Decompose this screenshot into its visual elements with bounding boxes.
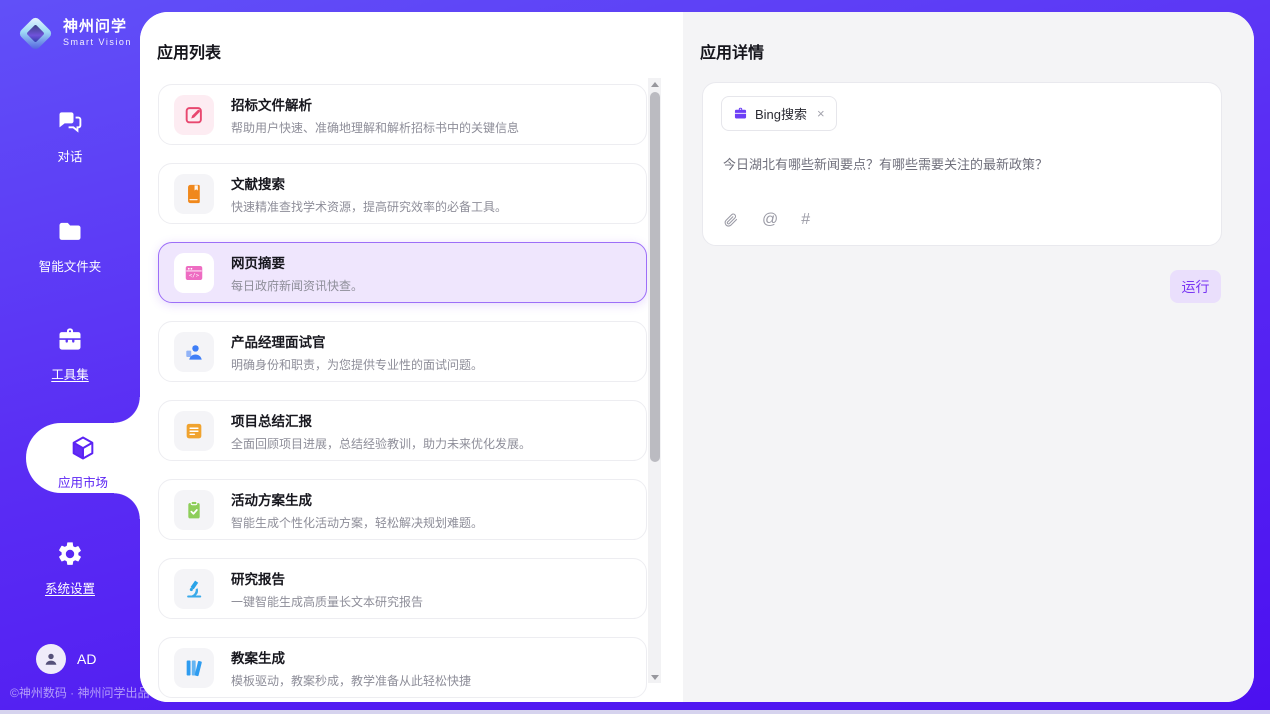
- app-card-desc: 明确身份和职责，为您提供专业性的面试问题。: [231, 356, 483, 373]
- svg-text:</>: </>: [189, 273, 200, 279]
- main-content: 应用列表 招标文件解析 帮助用户快速、准确地理解和解析招标书中的关键信息 文献搜…: [140, 12, 1254, 702]
- app-card-desc: 快速精准查找学术资源，提高研究效率的必备工具。: [231, 198, 507, 215]
- app-logo: 神州问学 Smart Vision: [16, 14, 132, 52]
- app-card[interactable]: </> 网页摘要 每日政府新闻资讯快查。: [158, 242, 647, 303]
- logo-title: 神州问学: [63, 18, 132, 35]
- sidebar-item-label: 应用市场: [26, 472, 140, 491]
- briefcase-icon: [733, 106, 748, 121]
- paperclip-icon[interactable]: [723, 212, 739, 228]
- app-card-desc: 全面回顾项目进展，总结经验教训，助力未来优化发展。: [231, 435, 531, 452]
- sidebar-item-chat[interactable]: 对话: [0, 108, 140, 165]
- sidebar-item-label: 对话: [0, 146, 140, 165]
- toolbox-icon: [56, 326, 84, 354]
- chat-icon: [56, 108, 84, 136]
- app-card-name: 网页摘要: [231, 252, 363, 272]
- app-card[interactable]: 招标文件解析 帮助用户快速、准确地理解和解析招标书中的关键信息: [158, 84, 647, 145]
- app-card-desc: 智能生成个性化活动方案，轻松解决规划难题。: [231, 514, 483, 531]
- scroll-down-arrow-icon[interactable]: [648, 671, 661, 683]
- app-card-name: 文献搜索: [231, 173, 507, 193]
- clipboard-check-icon: [174, 490, 214, 530]
- app-card[interactable]: 项目总结汇报 全面回顾项目进展，总结经验教训，助力未来优化发展。: [158, 400, 647, 461]
- app-card[interactable]: 活动方案生成 智能生成个性化活动方案，轻松解决规划难题。: [158, 479, 647, 540]
- app-list-title: 应用列表: [157, 39, 221, 63]
- app-card-name: 研究报告: [231, 568, 423, 588]
- app-detail-title: 应用详情: [700, 39, 764, 63]
- scroll-up-arrow-icon[interactable]: [648, 78, 661, 90]
- sidebar-item-label: 智能文件夹: [0, 256, 140, 275]
- app-list-panel: 应用列表 招标文件解析 帮助用户快速、准确地理解和解析招标书中的关键信息 文献搜…: [140, 12, 683, 702]
- tab-curve-bottom: [114, 493, 140, 519]
- copyright-text: ©神州数码 · 神州问学出品: [10, 684, 150, 701]
- app-window: 神州问学 Smart Vision 对话 智能文件夹 工具集 应用市场 系统设置: [0, 0, 1270, 714]
- bottom-edge-strip: [0, 710, 1270, 714]
- app-card[interactable]: 产品经理面试官 明确身份和职责，为您提供专业性的面试问题。: [158, 321, 647, 382]
- tag-close-icon[interactable]: ×: [817, 107, 825, 120]
- browser-code-icon: </>: [174, 253, 214, 293]
- scrollbar-thumb[interactable]: [650, 92, 660, 462]
- prompt-card: Bing搜索 × 今日湖北有哪些新闻要点？有哪些需要关注的最新政策？ @ #: [702, 82, 1222, 246]
- person-icon: [42, 650, 60, 668]
- app-card-name: 教案生成: [231, 647, 471, 667]
- app-card-name: 项目总结汇报: [231, 410, 531, 430]
- sidebar: 神州问学 Smart Vision 对话 智能文件夹 工具集 应用市场 系统设置: [0, 0, 140, 710]
- app-card-desc: 帮助用户快速、准确地理解和解析招标书中的关键信息: [231, 119, 519, 136]
- tool-tag-bing-search[interactable]: Bing搜索 ×: [721, 96, 837, 131]
- app-card-desc: 一键智能生成高质量长文本研究报告: [231, 593, 423, 610]
- sidebar-item-toolset[interactable]: 工具集: [0, 326, 140, 383]
- sidebar-item-label: 系统设置: [0, 578, 140, 597]
- logo-subtitle: Smart Vision: [63, 37, 132, 47]
- scrollbar[interactable]: [648, 78, 661, 683]
- gear-icon: [56, 540, 84, 568]
- hash-icon[interactable]: #: [801, 211, 810, 229]
- app-card-name: 产品经理面试官: [231, 331, 483, 351]
- app-card[interactable]: 文献搜索 快速精准查找学术资源，提高研究效率的必备工具。: [158, 163, 647, 224]
- books-icon: [174, 648, 214, 688]
- avatar[interactable]: [36, 644, 66, 674]
- microscope-icon: [174, 569, 214, 609]
- tool-tag-label: Bing搜索: [755, 104, 807, 123]
- app-list: 招标文件解析 帮助用户快速、准确地理解和解析招标书中的关键信息 文献搜索 快速精…: [158, 84, 647, 702]
- user-name: AD: [77, 651, 96, 667]
- tab-curve-top: [114, 397, 140, 423]
- sidebar-item-app-market[interactable]: 应用市场: [26, 423, 140, 493]
- book-icon: [174, 174, 214, 214]
- at-icon[interactable]: @: [762, 211, 778, 229]
- logo-diamond-icon: [16, 14, 54, 52]
- app-card-desc: 模板驱动，教案秒成，教学准备从此轻松快捷: [231, 672, 471, 689]
- app-card[interactable]: 教案生成 模板驱动，教案秒成，教学准备从此轻松快捷: [158, 637, 647, 698]
- app-card-desc: 每日政府新闻资讯快查。: [231, 277, 363, 294]
- prompt-toolbar: @ #: [723, 211, 1221, 229]
- folder-icon: [56, 218, 84, 246]
- app-card-name: 活动方案生成: [231, 489, 483, 509]
- interviewer-icon: [174, 332, 214, 372]
- run-button[interactable]: 运行: [1170, 270, 1221, 303]
- app-detail-panel: 应用详情 Bing搜索 × 今日湖北有哪些新闻要点？有哪些需要关注的最新政策？ …: [683, 12, 1254, 702]
- app-card[interactable]: 研究报告 一键智能生成高质量长文本研究报告: [158, 558, 647, 619]
- sidebar-item-label: 工具集: [0, 364, 140, 383]
- edit-doc-icon: [174, 95, 214, 135]
- sidebar-item-smart-folder[interactable]: 智能文件夹: [0, 218, 140, 275]
- user-account[interactable]: AD: [36, 644, 96, 674]
- report-icon: [174, 411, 214, 451]
- query-input[interactable]: 今日湖北有哪些新闻要点？有哪些需要关注的最新政策？: [723, 154, 1201, 211]
- cube-icon: [69, 434, 97, 462]
- sidebar-item-settings[interactable]: 系统设置: [0, 540, 140, 597]
- app-card-name: 招标文件解析: [231, 94, 519, 114]
